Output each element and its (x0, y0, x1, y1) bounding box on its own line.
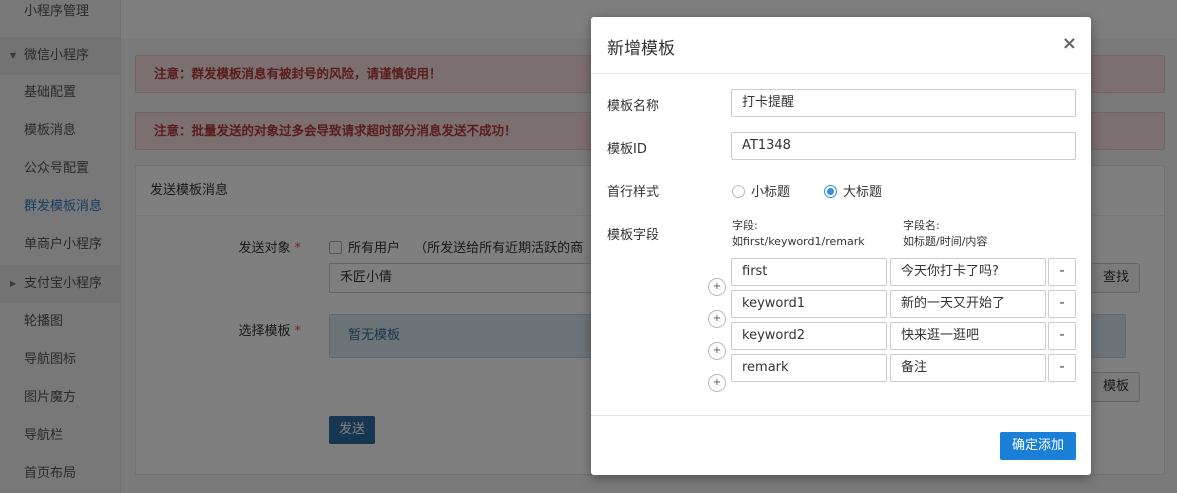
add-field-icon[interactable]: + (708, 310, 726, 328)
field-key-hint: 字段: 如first/keyword1/remark (732, 218, 865, 250)
modal-header: 新增模板 × (591, 17, 1091, 74)
radio-large-title-label: 大标题 (843, 185, 883, 200)
field-key-input[interactable]: keyword1 (731, 290, 887, 318)
template-id-input[interactable]: AT1348 (731, 132, 1076, 160)
radio-checked-icon[interactable] (824, 185, 837, 198)
field-key-hint-line2: 如first/keyword1/remark (732, 235, 865, 248)
radio-icon[interactable] (732, 185, 745, 198)
radio-large-title[interactable]: 大标题 (824, 181, 882, 200)
remove-field-button[interactable]: - (1048, 258, 1076, 286)
modal-title: 新增模板 (607, 39, 675, 59)
field-name-hint-line2: 如标题/时间/内容 (903, 235, 988, 248)
add-template-modal: 新增模板 × 模板名称 打卡提醒 模板ID AT1348 首行样式 小标题 大标… (591, 17, 1091, 475)
field-key-input[interactable]: first (731, 258, 887, 286)
field-key-hint-line1: 字段: (732, 219, 758, 232)
add-field-icon[interactable]: + (708, 278, 726, 296)
field-name-input[interactable]: 快来逛一逛吧 (890, 322, 1046, 350)
template-id-label: 模板ID (607, 142, 647, 157)
close-icon[interactable]: × (1062, 33, 1077, 54)
radio-small-title[interactable]: 小标题 (732, 181, 790, 200)
radio-small-title-label: 小标题 (751, 185, 791, 200)
add-field-icon[interactable]: + (708, 342, 726, 360)
confirm-add-button[interactable]: 确定添加 (999, 432, 1076, 460)
field-name-hint-line1: 字段名: (903, 219, 940, 232)
modal-footer: 确定添加 (591, 415, 1091, 475)
template-name-input[interactable]: 打卡提醒 (731, 89, 1076, 117)
field-name-input[interactable]: 今天你打卡了吗? (890, 258, 1046, 286)
remove-field-button[interactable]: - (1048, 354, 1076, 382)
field-key-input[interactable]: remark (731, 354, 887, 382)
field-name-input[interactable]: 备注 (890, 354, 1046, 382)
first-line-style-label: 首行样式 (607, 185, 660, 200)
field-name-input[interactable]: 新的一天又开始了 (890, 290, 1046, 318)
template-name-label: 模板名称 (607, 99, 660, 114)
field-key-input[interactable]: keyword2 (731, 322, 887, 350)
template-fields-label: 模板字段 (607, 228, 660, 243)
field-name-hint: 字段名: 如标题/时间/内容 (903, 218, 987, 250)
remove-field-button[interactable]: - (1048, 290, 1076, 318)
add-field-icon[interactable]: + (708, 374, 726, 392)
remove-field-button[interactable]: - (1048, 322, 1076, 350)
